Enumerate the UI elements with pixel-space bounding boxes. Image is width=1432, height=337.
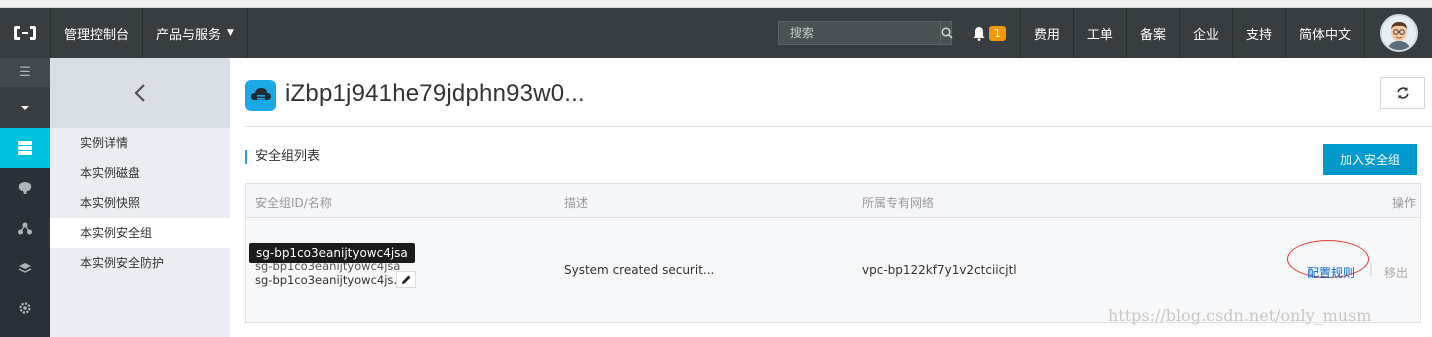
top-navigation-bar: 管理控制台 产品与服务 ▼ 1 费用 工单 备案 企业 支持 简体中文 <box>0 8 1432 58</box>
server-icon[interactable] <box>0 128 50 168</box>
network-icon[interactable] <box>0 208 50 248</box>
console-label: 管理控制台 <box>64 27 130 43</box>
sidebar-item-snapshots[interactable]: 本实例快照 <box>50 188 230 218</box>
instance-title: iZbp1j941he79jdphn93w0... <box>285 80 585 107</box>
security-group-table: 安全组ID/名称 描述 所属专有网络 操作 sg-bp1co3eanijtyow… <box>245 183 1421 323</box>
menu-icon[interactable]: ☰ <box>0 58 50 87</box>
section-title: 安全组列表 <box>245 150 320 164</box>
layers-icon[interactable] <box>0 248 50 288</box>
description-cell: System created securit... <box>564 263 715 277</box>
column-header-description: 描述 <box>564 196 589 210</box>
user-menu[interactable] <box>1364 8 1432 58</box>
nav-link-label: 费用 <box>1033 27 1060 43</box>
nav-link-icp[interactable]: 备案 <box>1125 8 1179 58</box>
nav-link-label: 支持 <box>1245 27 1272 43</box>
caret-down-icon: ▼ <box>227 28 234 38</box>
chevron-down-icon[interactable] <box>0 87 50 128</box>
console-link[interactable]: 管理控制台 <box>50 8 142 58</box>
cloud-server-icon <box>245 80 276 111</box>
main-content: iZbp1j941he79jdphn93w0... 安全组列表 加入安全组 安全… <box>230 58 1432 337</box>
nav-link-enterprise[interactable]: 企业 <box>1178 8 1232 58</box>
chevron-left-icon <box>134 84 145 102</box>
table-header: 安全组ID/名称 描述 所属专有网络 操作 <box>246 184 1420 218</box>
watermark: https://blog.csdn.net/only_musm <box>1108 306 1372 325</box>
instance-sidebar: 实例详情 本实例磁盘 本实例快照 本实例安全组 本实例安全防护 <box>50 58 230 337</box>
nav-link-label: 企业 <box>1192 27 1219 43</box>
browser-chrome-strip <box>0 0 1432 8</box>
bell-icon <box>973 26 985 41</box>
avatar <box>1379 14 1418 52</box>
nav-link-label: 备案 <box>1139 27 1166 43</box>
aliyun-logo-icon[interactable] <box>0 8 50 58</box>
id-tooltip: sg-bp1co3eanijtyowc4jsa <box>249 243 415 263</box>
instance-header: iZbp1j941he79jdphn93w0... <box>245 58 1432 127</box>
icon-rail: ☰ <box>0 58 50 337</box>
nav-link-fees[interactable]: 费用 <box>1019 8 1073 58</box>
vpc-cell: vpc-bp122kf7y1v2ctciicjtl <box>862 263 1017 277</box>
search-icon[interactable] <box>939 22 953 44</box>
back-button[interactable] <box>50 58 230 128</box>
nav-link-tickets[interactable]: 工单 <box>1072 8 1126 58</box>
sidebar-item-security-groups[interactable]: 本实例安全组 <box>50 218 230 248</box>
notification-badge: 1 <box>988 25 1006 41</box>
search-box <box>777 21 953 45</box>
products-menu[interactable]: 产品与服务 ▼ <box>142 8 248 58</box>
refresh-icon <box>1396 87 1409 99</box>
configure-rules-link[interactable]: 配置规则 <box>1307 264 1355 281</box>
settings-icon[interactable] <box>0 288 50 328</box>
edit-name-button[interactable] <box>396 271 416 288</box>
language-switcher[interactable]: 简体中文 <box>1284 8 1364 58</box>
pencil-icon <box>401 275 410 284</box>
join-security-group-button[interactable]: 加入安全组 <box>1323 144 1417 175</box>
nav-link-support[interactable]: 支持 <box>1231 8 1285 58</box>
nav-link-label: 工单 <box>1086 27 1113 43</box>
products-label: 产品与服务 <box>156 27 222 43</box>
sidebar-item-security-protection[interactable]: 本实例安全防护 <box>50 248 230 278</box>
language-label: 简体中文 <box>1298 27 1351 43</box>
sidebar-items: 实例详情 本实例磁盘 本实例快照 本实例安全组 本实例安全防护 <box>50 128 230 278</box>
refresh-button[interactable] <box>1380 77 1425 109</box>
column-header-id: 安全组ID/名称 <box>255 196 332 210</box>
column-header-vpc: 所属专有网络 <box>862 196 935 210</box>
security-group-name: sg-bp1co3eanijtyowc4js... <box>255 273 405 287</box>
action-separator: | <box>1369 262 1374 276</box>
sidebar-item-disks[interactable]: 本实例磁盘 <box>50 158 230 188</box>
notifications-button[interactable]: 1 <box>964 8 1020 58</box>
search-input[interactable] <box>778 22 940 44</box>
remove-link[interactable]: 移出 <box>1384 264 1408 281</box>
column-header-actions: 操作 <box>1392 196 1417 210</box>
brain-icon[interactable] <box>0 168 50 208</box>
sidebar-item-instance-details[interactable]: 实例详情 <box>50 128 230 158</box>
